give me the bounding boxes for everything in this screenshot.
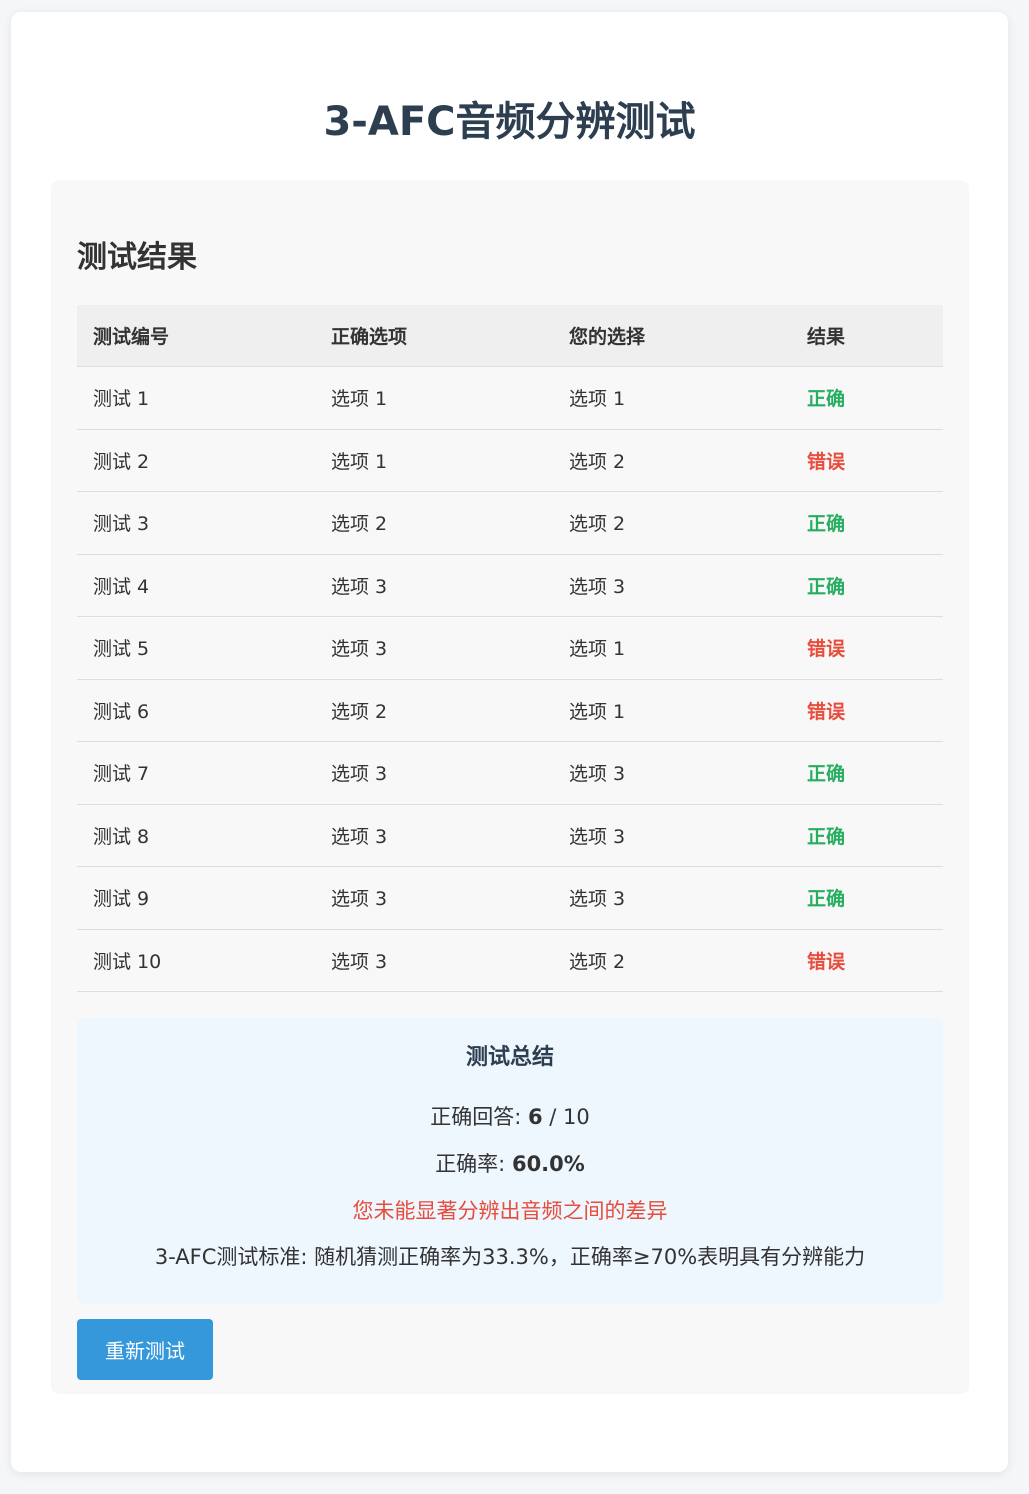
test-number-cell: 测试 4 [93,575,150,598]
column-header-test-number: 测试编号 [93,326,170,348]
your-choice-cell: 选项 3 [569,763,626,786]
main-card: 3-AFC音频分辨测试 测试结果 测试编号 正确选项 您的选择 结果 测试 1 选… [11,12,1008,1472]
result-cell: 错误 [807,700,846,723]
result-cell: 错误 [807,950,846,973]
test-number-cell: 测试 5 [93,638,150,661]
test-number-cell: 测试 8 [93,825,150,848]
correct-option-cell: 选项 3 [331,888,388,911]
table-row: 测试 5 选项 3 选项 1 错误 [77,617,943,680]
correct-option-cell: 选项 1 [331,450,388,473]
test-number-cell: 测试 3 [93,513,150,536]
correct-option-cell: 选项 3 [331,638,388,661]
table-row: 测试 10 选项 3 选项 2 错误 [77,930,943,992]
correct-option-cell: 选项 3 [331,825,388,848]
your-choice-cell: 选项 3 [569,575,626,598]
correct-option-cell: 选项 3 [331,950,388,973]
table-row: 测试 2 选项 1 选项 2 错误 [77,430,943,492]
result-cell: 正确 [807,513,846,536]
test-number-cell: 测试 7 [93,763,150,786]
test-number-cell: 测试 6 [93,700,150,723]
conclusion-text: 您未能显著分辨出音频之间的差异 [352,1199,668,1223]
your-choice-cell: 选项 3 [569,888,626,911]
correct-count-value: 6 [527,1105,543,1129]
your-choice-cell: 选项 3 [569,825,626,848]
result-cell: 正确 [807,575,846,598]
result-cell: 正确 [807,388,846,411]
your-choice-cell: 选项 1 [569,388,626,411]
accuracy-value: 60.0% [511,1152,585,1176]
table-row: 测试 1 选项 1 选项 1 正确 [77,367,943,430]
summary-heading: 测试总结 [465,1045,554,1070]
table-row: 测试 4 选项 3 选项 3 正确 [77,555,943,617]
your-choice-cell: 选项 1 [569,700,626,723]
correct-option-cell: 选项 3 [331,575,388,598]
correct-count-line: 正确回答: 6 / 10 [77,1100,943,1134]
result-cell: 正确 [807,763,846,786]
result-cell: 错误 [807,450,846,473]
table-row: 测试 6 选项 2 选项 1 错误 [77,680,943,742]
summary-box: 测试总结 正确回答: 6 / 10 正确率: 60.0% 您未能显著分辨出音频之… [77,1018,943,1304]
correct-option-cell: 选项 3 [331,763,388,786]
accuracy-label: 正确率: [435,1152,512,1176]
total-count: / 10 [542,1105,590,1129]
correct-option-cell: 选项 1 [331,388,388,411]
column-header-correct-option: 正确选项 [331,326,408,348]
test-number-cell: 测试 9 [93,888,150,911]
table-header: 测试编号 正确选项 您的选择 结果 [77,305,943,367]
test-number-cell: 测试 10 [93,950,162,973]
accuracy-line: 正确率: 60.0% [77,1147,943,1181]
table-row: 测试 8 选项 3 选项 3 正确 [77,805,943,867]
retest-button[interactable]: 重新测试 [77,1319,213,1380]
page-title: 3-AFC音频分辨测试 [323,99,696,145]
your-choice-cell: 选项 2 [569,513,626,536]
test-number-cell: 测试 1 [93,388,150,411]
correct-option-cell: 选项 2 [331,700,388,723]
results-table: 测试编号 正确选项 您的选择 结果 测试 1 选项 1 选项 1 正确 测试 2 选项 1… [77,305,943,992]
results-heading: 测试结果 [77,240,197,275]
table-row: 测试 7 选项 3 选项 3 正确 [77,742,943,805]
column-header-result: 结果 [807,326,846,348]
your-choice-cell: 选项 1 [569,638,626,661]
test-number-cell: 测试 2 [93,450,150,473]
your-choice-cell: 选项 2 [569,950,626,973]
result-cell: 正确 [807,888,846,911]
correct-count-label: 正确回答: [430,1105,528,1129]
result-cell: 错误 [807,638,846,661]
standard-note: 3-AFC测试标准: 随机猜测正确率为33.3%，正确率≥70%表明具有分辨能力 [154,1245,866,1269]
column-header-your-choice: 您的选择 [569,326,646,348]
result-cell: 正确 [807,825,846,848]
table-row: 测试 3 选项 2 选项 2 正确 [77,492,943,555]
your-choice-cell: 选项 2 [569,450,626,473]
correct-option-cell: 选项 2 [331,513,388,536]
results-panel: 测试结果 测试编号 正确选项 您的选择 结果 测试 1 选项 1 选项 1 正确 测试 … [51,180,969,1394]
table-body: 测试 1 选项 1 选项 1 正确 测试 2 选项 1 选项 2 错误 测试 3 选项 2 选项 2… [77,367,943,992]
table-row: 测试 9 选项 3 选项 3 正确 [77,867,943,930]
